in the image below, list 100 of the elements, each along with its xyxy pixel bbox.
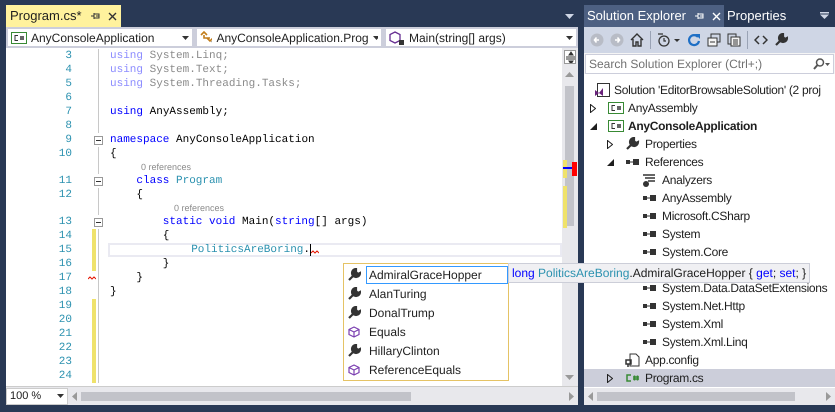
error-squiggle-icon: [88, 276, 96, 280]
collapse-icon: [94, 218, 103, 227]
code-line: {: [110, 147, 117, 161]
tree-item[interactable]: Properties: [584, 135, 835, 153]
cube-icon: [347, 362, 361, 376]
code-line: static void Main(string[] args): [162, 215, 368, 229]
dropdown-value: AnyConsoleApplication: [31, 30, 156, 46]
code-lens[interactable]: 0 references: [141, 161, 192, 174]
code-line: using AnyAssembly;: [110, 105, 229, 119]
line-number: 6: [64, 91, 72, 105]
wrench-icon: [347, 306, 361, 320]
tree-item[interactable]: Program.cs: [584, 369, 835, 387]
code-line: }: [162, 257, 170, 271]
line-number: 14: [58, 229, 72, 243]
method-icon: [389, 30, 405, 44]
home-icon[interactable]: [630, 33, 644, 47]
navigation-dropdown[interactable]: AnyConsoleApplication: [7, 28, 193, 47]
scrollbar-thumb[interactable]: [81, 392, 411, 400]
tree-item[interactable]: References: [584, 153, 835, 171]
completion-item[interactable]: ReferenceEquals: [366, 360, 508, 378]
zoom-dropdown[interactable]: 100 %: [6, 388, 68, 404]
scroll-down-icon[interactable]: [565, 375, 574, 380]
copy-icon[interactable]: [727, 33, 741, 47]
dropdown-value: Main(string[] args): [409, 30, 507, 46]
code-line: namespace AnyConsoleApplication: [110, 133, 315, 147]
scrollbar-thumb[interactable]: [597, 392, 795, 401]
line-number: 9: [64, 133, 72, 147]
tree-item[interactable]: App.config: [584, 351, 835, 369]
dropdown-icon[interactable]: [820, 12, 829, 19]
tree-item[interactable]: System.Xml: [584, 315, 835, 333]
search-field[interactable]: Search Solution Explorer (Ctrl+;): [585, 54, 834, 74]
history-icon[interactable]: [657, 33, 681, 47]
refresh-icon[interactable]: [687, 33, 701, 47]
collapse-all-icon[interactable]: [707, 33, 721, 47]
completion-item[interactable]: DonalTrump: [366, 304, 508, 322]
tree-item[interactable]: Microsoft.CSharp: [584, 207, 835, 225]
line-number: 7: [64, 105, 72, 119]
wrench-icon: [625, 137, 641, 151]
line-number: 20: [58, 313, 72, 327]
csharp-project-icon: [11, 30, 27, 44]
line-number: 16: [58, 257, 72, 271]
collapse-icon: [94, 177, 103, 186]
completion-list[interactable]: AdmiralGraceHopper AlanTuring DonalTrump Equals HillaryClinton ReferenceEquals: [343, 263, 509, 381]
completion-item[interactable]: Equals: [366, 322, 508, 340]
line-number: 19: [58, 299, 72, 313]
code-line: }: [136, 271, 143, 285]
caret-icon: [566, 36, 573, 40]
scroll-left-icon[interactable]: [588, 392, 593, 401]
code-line: using System.Threading.Tasks;: [110, 77, 302, 91]
caret-icon: [182, 36, 189, 40]
scroll-right-icon[interactable]: [569, 392, 574, 400]
scroll-left-icon[interactable]: [72, 392, 77, 400]
code-line: {: [162, 229, 170, 243]
navigation-dropdown[interactable]: AnyConsoleApplication.Prog: [196, 28, 382, 47]
code-line: using System.Linq;: [110, 49, 229, 63]
wrench-icon: [347, 268, 361, 282]
completion-item[interactable]: AdmiralGraceHopper: [366, 266, 508, 284]
tree-item[interactable]: Solution 'EditorBrowsableSolution' (2 proj: [584, 81, 835, 99]
horizontal-scrollbar[interactable]: [584, 388, 835, 405]
wrench-icon: [347, 344, 361, 358]
tree-item[interactable]: System.Data.DataSetExtensions: [584, 279, 835, 297]
back-icon[interactable]: [590, 33, 604, 47]
line-number: 22: [58, 341, 72, 355]
tree-item[interactable]: AnyConsoleApplication: [584, 117, 835, 135]
tree-item[interactable]: System.Xml.Linq: [584, 333, 835, 351]
line-number: 15: [58, 243, 72, 257]
tree-item[interactable]: Analyzers: [584, 171, 835, 189]
pin-icon: [90, 11, 100, 21]
line-number: 10: [58, 147, 72, 161]
completion-item[interactable]: AlanTuring: [366, 284, 508, 302]
quick-info-text: long PoliticsAreBoring.AdmiralGraceHopper { get; set; }: [512, 265, 806, 282]
scroll-right-icon[interactable]: [826, 392, 831, 401]
tree-item[interactable]: AnyAssembly: [584, 189, 835, 207]
split-icon[interactable]: [564, 50, 576, 64]
editor-tab[interactable]: Program.cs*: [6, 5, 121, 27]
code-line: }: [110, 285, 117, 299]
code-line: using System.Text;: [110, 63, 229, 77]
dropdown-icon[interactable]: [565, 14, 574, 19]
panel-tab[interactable]: Solution Explorer: [584, 5, 724, 27]
tree-item[interactable]: System.Net.Http: [584, 297, 835, 315]
completion-item[interactable]: HillaryClinton: [366, 342, 508, 360]
class-icon: [200, 30, 212, 44]
forward-icon[interactable]: [610, 33, 624, 47]
tab-title: Program.cs*: [10, 7, 82, 26]
error-marker: [572, 162, 577, 176]
caret-marker: [563, 167, 573, 169]
code-lens[interactable]: 0 references: [174, 202, 224, 215]
panel-tab[interactable]: Properties: [724, 5, 790, 27]
line-number: 5: [64, 77, 72, 91]
tree-item[interactable]: System: [584, 225, 835, 243]
line-number: 12: [58, 188, 72, 202]
collapse-icon: [94, 136, 103, 145]
scroll-up-icon[interactable]: [565, 72, 574, 77]
wrench-icon[interactable]: [774, 33, 788, 47]
code-icon[interactable]: [754, 33, 768, 47]
tree-item[interactable]: System.Core: [584, 243, 835, 261]
csharp-project-icon: [608, 101, 624, 115]
csharp-project-icon: [608, 119, 624, 133]
tree-item[interactable]: AnyAssembly: [584, 99, 835, 117]
navigation-dropdown[interactable]: Main(string[] args): [385, 28, 577, 47]
